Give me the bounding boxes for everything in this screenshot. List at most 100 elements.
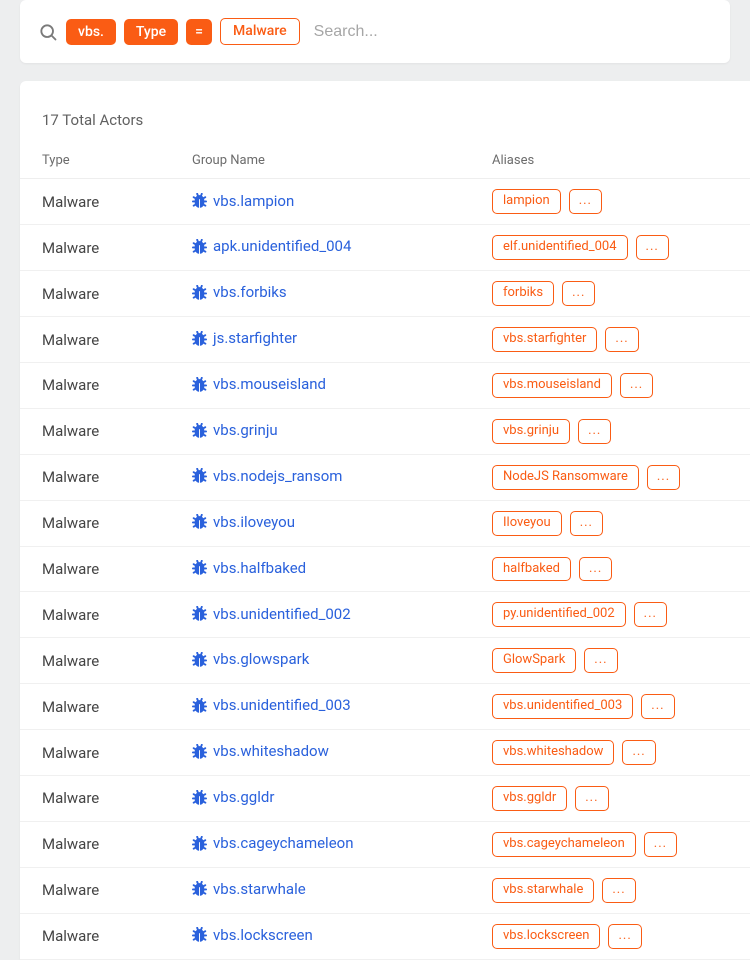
aliases-cell: vbs.grinju... [470, 408, 750, 454]
alias-tag[interactable]: Iloveyou [492, 511, 562, 536]
bug-icon [192, 285, 207, 300]
table-row: Malware vbs.halfbaked halfbaked... [20, 546, 750, 592]
group-link[interactable]: vbs.glowspark [192, 650, 309, 668]
alias-more-button[interactable]: ... [570, 511, 603, 536]
alias-more-button[interactable]: ... [569, 189, 602, 214]
alias-more-button[interactable]: ... [608, 924, 641, 949]
alias-tag[interactable]: vbs.cageychameleon [492, 832, 636, 857]
alias-more-button[interactable]: ... [575, 786, 608, 811]
alias-more-button[interactable]: ... [641, 694, 674, 719]
type-cell: Malware [20, 179, 170, 225]
group-cell: vbs.mouseisland [170, 362, 470, 408]
filter-chip-prefix[interactable]: vbs. [66, 19, 116, 45]
alias-more-button[interactable]: ... [605, 327, 638, 352]
alias-tag[interactable]: elf.unidentified_004 [492, 235, 628, 260]
type-cell: Malware [20, 362, 170, 408]
search-icon[interactable] [38, 22, 58, 42]
group-link[interactable]: vbs.unidentified_003 [192, 696, 351, 714]
alias-tag[interactable]: vbs.starwhale [492, 878, 594, 903]
alias-more-button[interactable]: ... [644, 832, 677, 857]
alias-tag[interactable]: NodeJS Ransomware [492, 465, 639, 490]
bug-icon [192, 652, 207, 667]
group-cell: vbs.unidentified_002 [170, 592, 470, 638]
table-row: Malwarevbs.cageychameleonvbs.cageychamel… [20, 821, 750, 867]
alias-tag[interactable]: vbs.unidentified_003 [492, 694, 633, 719]
group-name: vbs.nodejs_ransom [213, 467, 342, 485]
table-row: Malwarejs.starfightervbs.starfighter... [20, 317, 750, 363]
search-input[interactable] [308, 19, 712, 45]
group-name: vbs.iloveyou [213, 513, 295, 531]
bug-icon [192, 331, 207, 346]
group-link[interactable]: vbs.mouseisland [192, 375, 326, 393]
alias-tag[interactable]: vbs.ggldr [492, 786, 567, 811]
table-row: Malwarevbs.grinjuvbs.grinju... [20, 408, 750, 454]
col-header-aliases[interactable]: Aliases [470, 143, 750, 179]
aliases-cell: vbs.unidentified_003... [470, 684, 750, 730]
group-link[interactable]: vbs.whiteshadow [192, 742, 329, 760]
alias-tag[interactable]: vbs.whiteshadow [492, 740, 614, 765]
group-link[interactable]: vbs.lockscreen [192, 926, 313, 944]
group-cell: vbs.nodejs_ransom [170, 454, 470, 500]
alias-tag[interactable]: vbs.starfighter [492, 327, 597, 352]
group-name: vbs.forbiks [213, 283, 287, 301]
type-cell: Malware [20, 271, 170, 317]
bug-icon [192, 468, 207, 483]
alias-tag[interactable]: GlowSpark [492, 648, 576, 673]
group-link[interactable]: vbs.unidentified_002 [192, 605, 351, 623]
bug-icon [192, 836, 207, 851]
alias-more-button[interactable]: ... [562, 281, 595, 306]
filter-chip-operator[interactable]: = [186, 19, 212, 45]
bug-icon [192, 377, 207, 392]
alias-tag[interactable]: vbs.lockscreen [492, 924, 600, 949]
group-link[interactable]: vbs.starwhale [192, 880, 306, 898]
aliases-cell: lampion... [470, 179, 750, 225]
alias-more-button[interactable]: ... [622, 740, 655, 765]
group-link[interactable]: vbs.nodejs_ransom [192, 467, 342, 485]
bug-icon [192, 193, 207, 208]
alias-more-button[interactable]: ... [620, 373, 653, 398]
col-header-type[interactable]: Type [20, 143, 170, 179]
group-cell: vbs.starwhale [170, 867, 470, 913]
bug-icon [192, 514, 207, 529]
alias-more-button[interactable]: ... [602, 878, 635, 903]
alias-more-button[interactable]: ... [634, 602, 667, 627]
alias-tag[interactable]: vbs.mouseisland [492, 373, 612, 398]
type-cell: Malware [20, 546, 170, 592]
group-link[interactable]: vbs.ggldr [192, 788, 274, 806]
col-header-group[interactable]: Group Name [170, 143, 470, 179]
group-cell: vbs.ggldr [170, 775, 470, 821]
group-name: vbs.starwhale [213, 880, 306, 898]
alias-more-button[interactable]: ... [578, 419, 611, 444]
aliases-cell: py.unidentified_002... [470, 592, 750, 638]
group-link[interactable]: vbs.forbiks [192, 283, 287, 301]
aliases-cell: vbs.ggldr... [470, 775, 750, 821]
group-link[interactable]: js.starfighter [192, 329, 297, 347]
alias-more-button[interactable]: ... [584, 648, 617, 673]
type-cell: Malware [20, 454, 170, 500]
alias-tag[interactable]: vbs.grinju [492, 419, 570, 444]
alias-tag[interactable]: forbiks [492, 281, 554, 306]
group-link[interactable]: vbs.halfbaked [192, 559, 306, 577]
alias-tag[interactable]: lampion [492, 189, 561, 214]
table-row: Malware vbs.lampion lampion... [20, 179, 750, 225]
bug-icon [192, 560, 207, 575]
filter-chip-field[interactable]: Type [124, 19, 178, 45]
alias-more-button[interactable]: ... [636, 235, 669, 260]
type-cell: Malware [20, 500, 170, 546]
aliases-cell: vbs.starwhale... [470, 867, 750, 913]
group-link[interactable]: vbs.iloveyou [192, 513, 295, 531]
alias-tag[interactable]: py.unidentified_002 [492, 602, 626, 627]
aliases-cell: elf.unidentified_004... [470, 225, 750, 271]
group-link[interactable]: vbs.lampion [192, 192, 294, 210]
group-link[interactable]: vbs.grinju [192, 421, 278, 439]
aliases-cell: vbs.cageychameleon... [470, 821, 750, 867]
filter-chip-value[interactable]: Malware [220, 18, 300, 45]
alias-tag[interactable]: halfbaked [492, 557, 571, 582]
alias-more-button[interactable]: ... [647, 465, 680, 490]
group-link[interactable]: vbs.cageychameleon [192, 834, 354, 852]
group-name: vbs.ggldr [213, 788, 274, 806]
alias-more-button[interactable]: ... [579, 557, 612, 582]
group-link[interactable]: apk.unidentified_004 [192, 237, 351, 255]
group-cell: vbs.grinju [170, 408, 470, 454]
bug-icon [192, 239, 207, 254]
